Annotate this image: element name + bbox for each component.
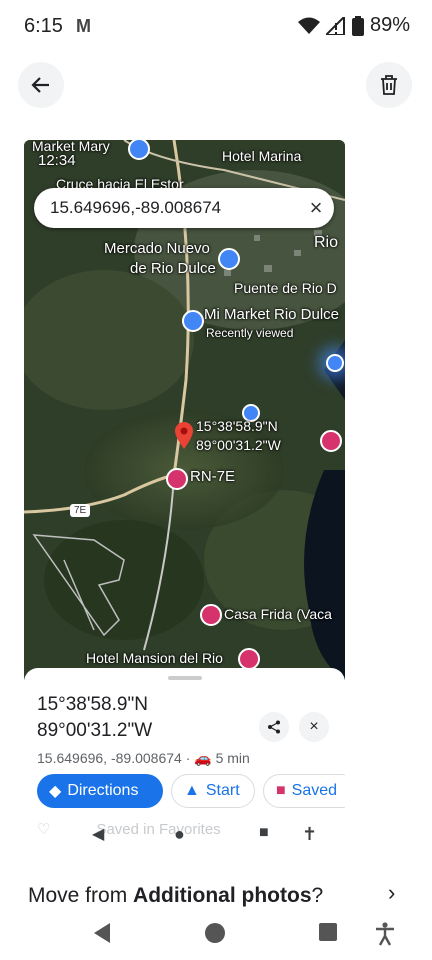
gmail-notification-icon: M [76,16,91,36]
chevron-right-icon[interactable]: › [388,880,395,906]
shop-pin-icon[interactable] [182,310,204,332]
hotel-pin-icon[interactable] [200,604,222,626]
map-label-puente: Puente de Rio D [234,280,337,296]
map-label-mercado-1: Mercado Nuevo [104,240,210,257]
clear-search-button[interactable]: × [302,194,330,222]
place-bottom-sheet[interactable]: 15°38'58.9"N 89°00'31.2"W × 15.649696, -… [24,668,345,880]
system-icons: 89% [297,14,410,37]
shop-pin-icon[interactable] [218,248,240,270]
location-pin-icon [175,422,193,449]
directions-label: Directions [67,782,139,799]
map-label-rn7e: RN-7E [190,468,236,485]
move-suffix: ? [311,884,324,907]
bookmark-icon: ■ [276,782,286,799]
share-icon [268,720,280,734]
start-button[interactable]: ▲ Start [171,774,255,808]
delete-button[interactable] [366,62,412,108]
map-label-recently-viewed: Recently viewed [206,326,294,340]
map-label-hotel-marina: Hotel Marina [222,148,302,164]
travel-time: 5 min [215,750,250,766]
inner-back-icon: ◀ [92,826,105,843]
place-coordinates: 15.649696, -89.008674 [37,750,182,766]
satellite-map[interactable]: 12:34 Market Mary Hotel Marina Cruce hac… [24,140,345,680]
map-label-rio: Rio [314,234,339,251]
status-bar: 6:15 M 89% [0,0,432,52]
system-navigation-bar [0,912,432,960]
navigation-arrow-icon: ▲ [184,782,200,799]
inner-home-icon: ● [174,824,185,844]
map-label-mi-market: Mi Market Rio Dulce [204,306,340,323]
recents-square-icon [319,923,337,941]
signal-icon [325,16,345,35]
search-input[interactable]: 15.649696,-89.008674 [50,198,221,218]
map-screenshot-time: 12:34 [38,152,76,169]
map-label-casa-frida: Casa Frida (Vaca [224,606,332,622]
home-circle-icon [205,923,225,943]
separator-dot: · [185,750,195,766]
directions-icon: ◆ [49,783,62,800]
current-location-icon [326,354,344,372]
pin-latitude-label: 15°38'58.9"N [196,418,278,434]
place-subtitle: 15.649696, -89.008674 · 🚗 5 min [37,750,250,767]
hotel-pin-icon[interactable] [238,648,260,670]
coordinate-search-bar[interactable]: 15.649696,-89.008674 × [34,188,334,228]
car-icon: 🚗 [194,750,212,766]
saved-button[interactable]: ■ Saved [263,774,345,808]
road-shield-7e: 7E [70,504,91,517]
heart-pin-icon[interactable] [166,468,188,490]
nav-back-button[interactable] [92,922,112,949]
status-time: 6:15 [24,15,63,37]
wifi-icon [297,17,320,34]
share-button[interactable] [259,712,289,742]
screenshot-nav-bar: ◀ ● ■ ✝ [24,818,345,858]
saved-heart-pin-icon[interactable] [320,430,342,452]
back-triangle-icon [94,923,110,943]
move-prefix: Move from [28,884,134,907]
inner-recents-icon: ■ [259,824,269,841]
map-label-mercado-2: de Rio Dulce [130,260,216,277]
close-sheet-button[interactable]: × [299,712,329,742]
nav-home-button[interactable] [204,922,226,949]
directions-button[interactable]: ◆ Directions [37,774,163,808]
pin-longitude-label: 89°00'31.2"W [196,437,281,453]
map-label-hotel-mansion: Hotel Mansion del Rio [86,650,223,666]
nav-recents-button[interactable] [318,922,338,947]
saved-label: Saved [291,782,338,799]
nav-accessibility-button[interactable] [374,922,396,951]
map-label-market-mary: Market Mary [32,140,110,154]
move-album-name: Additional photos [133,884,312,907]
arrow-back-icon [31,77,49,93]
battery-icon [351,15,364,36]
drag-handle[interactable] [168,676,202,680]
inner-accessibility-icon: ✝ [302,824,318,844]
start-label: Start [205,782,240,799]
place-title: 15°38'58.9"N 89°00'31.2"W [37,694,153,741]
accessibility-icon [376,922,394,946]
battery-percent: 89% [369,14,410,36]
move-from-prompt[interactable]: Move from Additional photos? [28,884,323,908]
screenshot-preview[interactable]: 12:34 Market Mary Hotel Marina Cruce hac… [24,140,345,880]
trash-icon [381,75,397,95]
back-button[interactable] [18,62,64,108]
